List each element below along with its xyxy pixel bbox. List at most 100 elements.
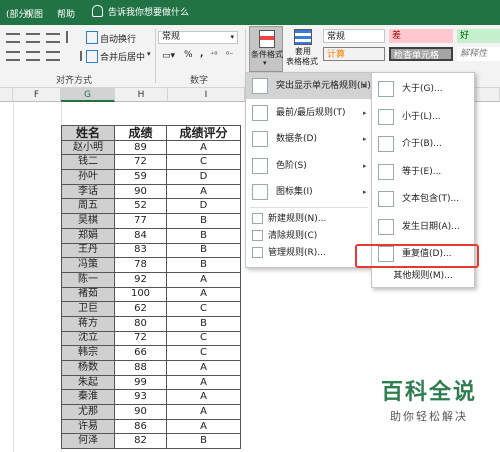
style-bad[interactable]: 差 [389, 29, 453, 43]
name-cell[interactable]: 冯策 [61, 257, 115, 273]
score-cell[interactable]: 78 [114, 257, 167, 273]
menu-item[interactable]: 大于(G)... [372, 77, 474, 101]
menu-item[interactable]: 发生日期(A)... [372, 215, 474, 239]
name-cell[interactable]: 赵小明 [61, 139, 115, 156]
score-cell[interactable]: 72 [114, 330, 167, 347]
style-normal[interactable]: 常规 [323, 29, 385, 43]
align-right-icon[interactable] [46, 51, 60, 61]
score-cell[interactable]: 59 [114, 169, 167, 185]
grade-cell[interactable]: A [166, 183, 241, 200]
grade-cell[interactable]: D [166, 169, 241, 185]
score-cell[interactable]: 99 [114, 374, 167, 391]
grade-cell[interactable]: A [166, 389, 241, 406]
column-header-h[interactable]: H [115, 88, 168, 102]
score-cell[interactable]: 83 [114, 242, 167, 259]
score-cell[interactable]: 52 [114, 198, 167, 215]
name-cell[interactable]: 秦淮 [61, 389, 115, 406]
style-explain[interactable]: 解释性 [457, 47, 500, 61]
merge-center-button[interactable]: 合并后居中 [100, 50, 145, 63]
name-cell[interactable]: 吴棋 [61, 213, 115, 229]
grade-cell[interactable]: B [166, 227, 241, 244]
score-cell[interactable]: 84 [114, 227, 167, 244]
grade-cell[interactable]: A [166, 404, 241, 420]
score-cell[interactable]: 90 [114, 404, 167, 420]
grade-cell[interactable]: A [166, 139, 241, 156]
name-cell[interactable]: 何泽 [61, 433, 115, 450]
score-cell[interactable]: 89 [114, 139, 167, 156]
name-cell[interactable]: 蒋方 [61, 315, 115, 332]
wrap-text-button[interactable]: 自动换行 [100, 32, 136, 45]
score-cell[interactable]: 66 [114, 345, 167, 361]
grade-cell[interactable]: D [166, 198, 241, 215]
orientation-icon[interactable] [66, 31, 82, 43]
comma-button[interactable]: , [200, 49, 203, 59]
grade-cell[interactable]: A [166, 374, 241, 391]
name-cell[interactable]: 王丹 [61, 242, 115, 259]
menu-item[interactable]: 清除规则(C) [246, 227, 372, 245]
menu-item[interactable]: 介于(B)... [372, 132, 474, 156]
name-cell[interactable]: 朱起 [61, 374, 115, 391]
menu-item[interactable]: 色阶(S) ▸ [246, 154, 372, 178]
header-score[interactable]: 成绩 [114, 125, 167, 141]
menu-item[interactable]: 图标集(I) ▸ [246, 180, 372, 204]
align-bottom-icon[interactable] [46, 33, 60, 43]
name-cell[interactable]: 陈一 [61, 271, 115, 288]
name-cell[interactable]: 褚茹 [61, 286, 115, 303]
score-cell[interactable]: 82 [114, 433, 167, 450]
grade-cell[interactable]: A [166, 418, 241, 435]
style-calc[interactable]: 计算 [323, 47, 385, 61]
score-cell[interactable]: 88 [114, 360, 167, 376]
menu-item[interactable]: 管理规则(R)... [246, 244, 372, 262]
grade-cell[interactable]: C [166, 154, 241, 171]
grade-cell[interactable]: B [166, 257, 241, 273]
name-cell[interactable]: 韩宗 [61, 345, 115, 361]
score-cell[interactable]: 90 [114, 183, 167, 200]
header-grade[interactable]: 成绩评分 [166, 125, 241, 141]
name-cell[interactable]: 钱二 [61, 154, 115, 171]
grade-cell[interactable]: A [166, 360, 241, 376]
align-middle-icon[interactable] [26, 33, 40, 43]
header-name[interactable]: 姓名 [61, 125, 115, 141]
score-cell[interactable]: 77 [114, 213, 167, 229]
column-header-g[interactable]: G [61, 88, 115, 102]
name-cell[interactable]: 杨数 [61, 360, 115, 376]
menu-item[interactable]: 文本包含(T)... [372, 187, 474, 211]
score-cell[interactable]: 93 [114, 389, 167, 406]
score-cell[interactable]: 72 [114, 154, 167, 171]
select-all-corner[interactable] [0, 88, 13, 102]
merge-dropdown-arrow[interactable]: ▾ [147, 50, 151, 58]
tab-view[interactable]: 视图 [25, 7, 43, 20]
align-center-icon[interactable] [26, 51, 40, 61]
name-cell[interactable]: 沈立 [61, 330, 115, 347]
more-rules-item[interactable]: 其他规则(M)... [372, 267, 474, 285]
tell-me-search[interactable]: 告诉我你想要做什么 [92, 5, 189, 18]
grade-cell[interactable]: A [166, 271, 241, 288]
tab-help[interactable]: 帮助 [57, 7, 75, 20]
percent-button[interactable]: % [184, 50, 193, 60]
menu-item[interactable]: 等于(E)... [372, 160, 474, 184]
number-format-select[interactable]: 常规 ▾ [158, 31, 238, 44]
grade-cell[interactable]: B [166, 433, 241, 450]
grade-cell[interactable]: B [166, 213, 241, 229]
name-cell[interactable]: 周五 [61, 198, 115, 215]
column-header-i[interactable]: I [168, 88, 245, 102]
menu-item[interactable]: 突出显示单元格规则(H) ▸ [246, 74, 372, 98]
style-check[interactable]: 检查单元格 [389, 47, 453, 61]
decrease-decimal-icon[interactable]: ⁰⁻ [226, 50, 233, 59]
name-cell[interactable]: 孙叶 [61, 169, 115, 185]
score-cell[interactable]: 80 [114, 315, 167, 332]
menu-item[interactable]: 最前/最后规则(T) ▸ [246, 101, 372, 125]
indent-icon[interactable] [66, 51, 82, 61]
grade-cell[interactable]: B [166, 242, 241, 259]
align-left-icon[interactable] [6, 51, 20, 61]
grade-cell[interactable]: A [166, 286, 241, 303]
grade-cell[interactable]: C [166, 345, 241, 361]
menu-item[interactable]: 新建规则(N)... [246, 210, 372, 228]
name-cell[interactable]: 许易 [61, 418, 115, 435]
name-cell[interactable]: 尤那 [61, 404, 115, 420]
menu-item[interactable]: 小于(L)... [372, 105, 474, 129]
increase-decimal-icon[interactable]: ⁺⁰ [210, 50, 217, 59]
align-top-icon[interactable] [6, 33, 20, 43]
score-cell[interactable]: 62 [114, 301, 167, 317]
grade-cell[interactable]: C [166, 301, 241, 317]
